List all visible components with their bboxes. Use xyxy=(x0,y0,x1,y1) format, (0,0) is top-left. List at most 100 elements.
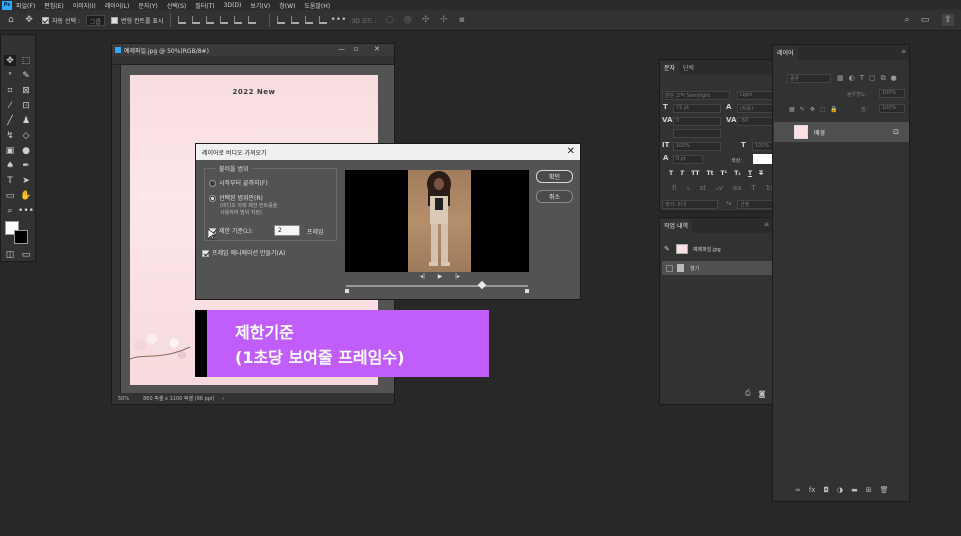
menu-item-filter[interactable]: 필터(T) xyxy=(195,1,214,10)
home-icon[interactable]: ⌂ xyxy=(6,15,16,25)
range-end-handle[interactable] xyxy=(525,289,529,293)
swash-icon[interactable]: 𝒜 xyxy=(716,184,723,193)
distribute-icon[interactable] xyxy=(305,16,314,24)
workspace-icon[interactable]: ▭ xyxy=(920,15,930,25)
history-snapshot-row[interactable]: ✎ 예제파일.jpg xyxy=(662,242,772,256)
crop-tool-icon[interactable]: ⌗ xyxy=(4,85,16,96)
status-arrow-icon[interactable]: › xyxy=(222,396,224,402)
type-tool-icon[interactable]: T xyxy=(4,175,16,186)
menu-item-3d[interactable]: 3D(D) xyxy=(224,2,242,9)
selected-range-radio[interactable] xyxy=(209,194,216,202)
group-folder-icon[interactable]: ▬ xyxy=(851,486,858,494)
align-top-icon[interactable] xyxy=(178,16,187,24)
baseline-shift-field[interactable]: 0 pt xyxy=(673,155,703,164)
pixel-filter-icon[interactable]: ▦ xyxy=(837,74,844,83)
menu-item-window[interactable]: 창(W) xyxy=(279,1,295,10)
step-forward-icon[interactable]: |▸ xyxy=(455,273,460,281)
eraser-tool-icon[interactable]: ◇ xyxy=(20,130,32,141)
fx-icon[interactable]: fx xyxy=(809,486,816,494)
scale-3d-icon[interactable]: ▪ xyxy=(457,15,467,25)
lock-position-icon[interactable]: ✥ xyxy=(810,106,815,113)
selected-range-option[interactable]: 선택된 범위만(R) xyxy=(209,193,263,202)
tab-character[interactable]: 문자 xyxy=(660,61,680,75)
tsume-field[interactable] xyxy=(673,129,721,138)
lock-all-icon[interactable]: 🔒 xyxy=(830,106,837,113)
lock-image-icon[interactable]: ✎ xyxy=(800,106,805,113)
brush-tool-icon[interactable]: ╱ xyxy=(4,115,16,126)
close-icon[interactable]: ✕ xyxy=(374,45,380,53)
gradient-tool-icon[interactable]: ▣ xyxy=(4,145,16,156)
distribute-icon[interactable] xyxy=(277,16,286,24)
distribute-icon[interactable] xyxy=(319,16,328,24)
menu-item-layer[interactable]: 레이어(L) xyxy=(105,1,130,10)
align-bottom-icon[interactable] xyxy=(206,16,215,24)
strikethrough-icon[interactable]: T xyxy=(759,170,763,177)
more-options-icon[interactable]: ••• xyxy=(330,15,346,25)
minimize-icon[interactable]: — xyxy=(338,45,345,53)
quick-select-tool-icon[interactable]: ✎ xyxy=(20,70,32,81)
shape-tool-icon[interactable]: ▭ xyxy=(4,190,16,201)
pen-tool-icon[interactable]: ✒ xyxy=(20,160,32,171)
from-start-option[interactable]: 시작부터 끝까지(F) xyxy=(209,178,268,187)
background-color-swatch[interactable] xyxy=(14,230,28,244)
delete-layer-icon[interactable]: 🗑 xyxy=(880,486,889,494)
cancel-button[interactable]: 취소 xyxy=(536,190,573,203)
scrubber-thumb[interactable] xyxy=(477,280,487,290)
type-filter-icon[interactable]: T xyxy=(860,74,864,83)
orbit-3d-icon[interactable]: ◌ xyxy=(385,15,395,25)
language-field[interactable]: 영어: 미국 xyxy=(662,200,718,209)
marquee-tool-icon[interactable]: ⬚ xyxy=(20,55,32,66)
all-caps-icon[interactable]: TT xyxy=(691,170,699,177)
screen-mode-icon[interactable]: ▭ xyxy=(20,249,32,260)
share-icon[interactable]: ⇪ xyxy=(942,14,954,26)
stamp-tool-icon[interactable]: ♟ xyxy=(20,115,32,126)
menu-item-file[interactable]: 파일(F) xyxy=(16,1,35,10)
lock-transparent-icon[interactable]: ▦ xyxy=(789,106,795,113)
contextual-icon[interactable]: T xyxy=(751,184,755,193)
dialog-title-bar[interactable]: 레이어로 비디오 가져오기 ✕ xyxy=(196,144,580,160)
lock-artboard-icon[interactable]: ⬚ xyxy=(820,106,826,113)
snapshot-camera-icon[interactable]: ◙ xyxy=(759,390,766,398)
blur-tool-icon[interactable]: ● xyxy=(20,145,32,156)
slide-3d-icon[interactable]: ✢ xyxy=(439,15,449,25)
underline-icon[interactable]: T xyxy=(748,170,752,177)
stylistic-icon[interactable]: st xyxy=(700,184,706,193)
history-state-box[interactable] xyxy=(666,264,673,272)
adjustment-filter-icon[interactable]: ◐ xyxy=(849,74,855,83)
more-tools-icon[interactable]: ••• xyxy=(18,205,34,216)
move-tool-icon[interactable]: ✥ xyxy=(24,15,34,25)
transform-controls-checkbox[interactable] xyxy=(110,16,118,24)
tab-paragraph[interactable]: 단락 xyxy=(679,61,698,75)
new-layer-icon[interactable]: ⊞ xyxy=(866,486,872,494)
zoom-tool-icon[interactable]: ⌕ xyxy=(4,205,16,216)
limit-frames-input[interactable]: 2 xyxy=(274,225,300,236)
menu-item-type[interactable]: 문자(Y) xyxy=(138,1,157,10)
superscript-icon[interactable]: T¹ xyxy=(720,170,727,177)
align-left-icon[interactable] xyxy=(220,16,229,24)
new-document-from-state-icon[interactable]: ⎙ xyxy=(745,389,751,398)
menu-item-view[interactable]: 보기(V) xyxy=(250,1,270,10)
frame-tool-icon[interactable]: ⊠ xyxy=(20,85,32,96)
dodge-tool-icon[interactable]: ♠ xyxy=(4,160,16,171)
ligature-icon[interactable]: fi xyxy=(672,184,676,193)
panel-menu-icon[interactable]: ≡ xyxy=(764,221,769,228)
faux-bold-icon[interactable]: T xyxy=(669,170,673,177)
from-start-radio[interactable] xyxy=(209,179,216,187)
step-back-icon[interactable]: ◂| xyxy=(420,273,425,281)
opacity-field[interactable]: 100% xyxy=(879,89,905,98)
ornament-icon[interactable]: ℴ xyxy=(686,184,689,193)
search-icon[interactable]: ⌕ xyxy=(902,15,912,25)
align-middle-icon[interactable] xyxy=(192,16,201,24)
frame-animation-option[interactable]: 프레임 애니메이션 만들기(A) xyxy=(202,248,285,257)
align-center-icon[interactable] xyxy=(234,16,243,24)
auto-select-dropdown[interactable]: 그룹 xyxy=(85,14,105,26)
healing-tool-icon[interactable]: ⊡ xyxy=(20,100,32,111)
smart-object-filter-icon[interactable]: ⧉ xyxy=(881,74,886,83)
layer-row[interactable]: 배경 ⊡ xyxy=(774,122,909,142)
hand-tool-icon[interactable]: ✋ xyxy=(20,190,32,201)
play-icon[interactable]: ▶ xyxy=(438,273,443,281)
history-state-row[interactable]: 열기 xyxy=(662,261,772,275)
menu-item-select[interactable]: 선택(S) xyxy=(167,1,187,10)
range-start-handle[interactable] xyxy=(345,289,349,293)
eyedropper-tool-icon[interactable]: ⁄ xyxy=(4,100,16,111)
